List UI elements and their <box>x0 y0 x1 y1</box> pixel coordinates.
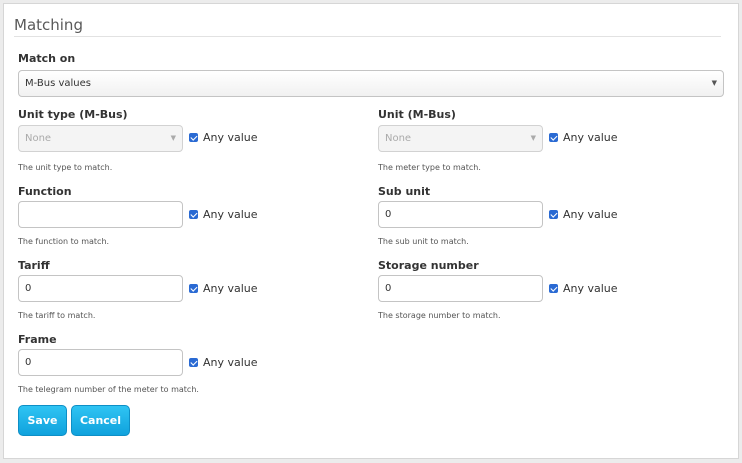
sub-unit-help: The sub unit to match. <box>378 237 469 246</box>
tariff-label: Tariff <box>18 259 50 272</box>
caret-down-icon: ▼ <box>170 134 176 142</box>
frame-input[interactable]: 0 <box>18 349 183 376</box>
function-any-checkbox[interactable]: Any value <box>189 208 258 221</box>
checkbox-checked-icon <box>549 284 558 293</box>
checkbox-checked-icon <box>189 358 198 367</box>
checkbox-checked-icon <box>549 133 558 142</box>
sub-unit-any-checkbox[interactable]: Any value <box>549 208 618 221</box>
cancel-button[interactable]: Cancel <box>71 405 130 436</box>
sub-unit-any-label: Any value <box>563 208 618 221</box>
frame-any-checkbox[interactable]: Any value <box>189 356 258 369</box>
frame-label: Frame <box>18 333 57 346</box>
checkbox-checked-icon <box>189 133 198 142</box>
section-title: Matching <box>14 16 83 34</box>
unit-select[interactable]: None ▼ <box>378 125 543 152</box>
caret-down-icon: ▼ <box>530 134 536 142</box>
storage-number-any-label: Any value <box>563 282 618 295</box>
storage-number-any-checkbox[interactable]: Any value <box>549 282 618 295</box>
function-help: The function to match. <box>18 237 110 246</box>
checkbox-checked-icon <box>549 210 558 219</box>
unit-type-any-checkbox[interactable]: Any value <box>189 131 258 144</box>
unit-any-label: Any value <box>563 131 618 144</box>
storage-number-help: The storage number to match. <box>378 311 501 320</box>
storage-number-label: Storage number <box>378 259 479 272</box>
caret-down-icon: ▼ <box>711 79 717 87</box>
checkbox-checked-icon <box>189 210 198 219</box>
sub-unit-input[interactable]: 0 <box>378 201 543 228</box>
storage-number-input[interactable]: 0 <box>378 275 543 302</box>
function-label: Function <box>18 185 72 198</box>
function-input[interactable] <box>18 201 183 228</box>
function-any-label: Any value <box>203 208 258 221</box>
save-button[interactable]: Save <box>18 405 67 436</box>
match-on-select[interactable]: M-Bus values ▼ <box>18 70 724 97</box>
unit-type-value: None <box>25 133 52 144</box>
frame-any-label: Any value <box>203 356 258 369</box>
unit-type-any-label: Any value <box>203 131 258 144</box>
unit-type-help: The unit type to match. <box>18 163 113 172</box>
tariff-any-checkbox[interactable]: Any value <box>189 282 258 295</box>
match-on-label: Match on <box>18 52 76 65</box>
match-on-value: M-Bus values <box>25 78 91 89</box>
sub-unit-label: Sub unit <box>378 185 431 198</box>
unit-help: The meter type to match. <box>378 163 481 172</box>
tariff-any-label: Any value <box>203 282 258 295</box>
unit-any-checkbox[interactable]: Any value <box>549 131 618 144</box>
unit-type-select[interactable]: None ▼ <box>18 125 183 152</box>
tariff-input[interactable]: 0 <box>18 275 183 302</box>
title-divider <box>14 36 721 37</box>
tariff-help: The tariff to match. <box>18 311 96 320</box>
checkbox-checked-icon <box>189 284 198 293</box>
unit-label: Unit (M-Bus) <box>378 108 456 121</box>
unit-value: None <box>385 133 412 144</box>
frame-help: The telegram number of the meter to matc… <box>18 385 199 394</box>
unit-type-label: Unit type (M-Bus) <box>18 108 128 121</box>
